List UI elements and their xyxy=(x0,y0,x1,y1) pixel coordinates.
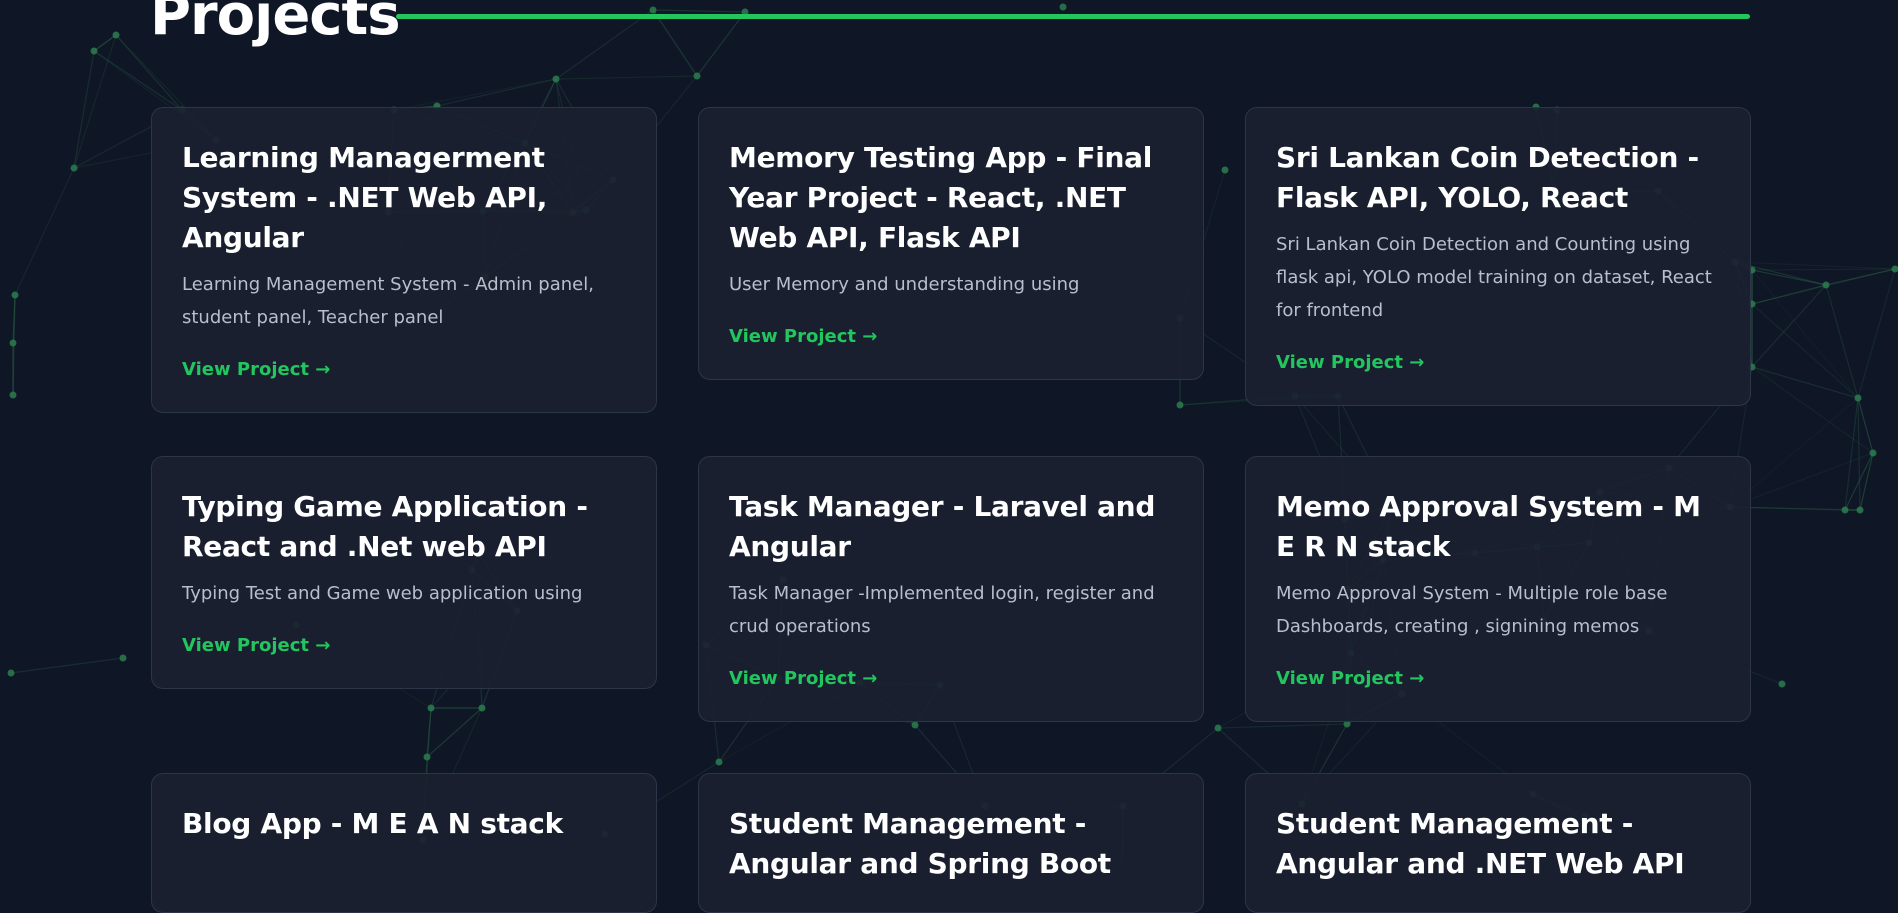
view-project-link[interactable]: View Project → xyxy=(182,634,626,658)
project-description: Task Manager -Implemented login, registe… xyxy=(729,577,1173,643)
network-node xyxy=(8,670,15,677)
network-link xyxy=(556,76,697,79)
network-node xyxy=(91,48,98,55)
network-node xyxy=(912,722,919,729)
network-link xyxy=(15,168,74,295)
network-node xyxy=(1823,282,1830,289)
project-description: Memo Approval System - Multiple role bas… xyxy=(1276,577,1720,643)
network-node xyxy=(1842,507,1849,514)
network-link xyxy=(427,708,482,757)
network-node xyxy=(1870,450,1877,457)
network-node xyxy=(553,76,560,83)
project-card: Blog App - M E A N stack xyxy=(151,773,657,913)
network-node xyxy=(1779,681,1786,688)
title-accent-rule xyxy=(396,14,1750,19)
network-link xyxy=(74,35,116,168)
project-title: Blog App - M E A N stack xyxy=(182,804,626,844)
view-project-link[interactable]: View Project → xyxy=(1276,667,1720,691)
network-node xyxy=(113,32,120,39)
project-card: Typing Game Application - React and .Net… xyxy=(151,456,657,689)
network-link xyxy=(1752,304,1858,398)
project-card: Memory Testing App - Final Year Project … xyxy=(698,107,1204,380)
project-title: Memory Testing App - Final Year Project … xyxy=(729,138,1173,258)
project-card: Sri Lankan Coin Detection - Flask API, Y… xyxy=(1245,107,1751,406)
network-link xyxy=(1752,269,1895,270)
view-project-link[interactable]: View Project → xyxy=(729,667,1173,691)
network-link xyxy=(74,51,94,168)
network-node xyxy=(424,754,431,761)
view-project-link[interactable]: View Project → xyxy=(1276,351,1720,375)
project-title: Memo Approval System - M E R N stack xyxy=(1276,487,1720,567)
network-link xyxy=(11,658,123,673)
project-description: Sri Lankan Coin Detection and Counting u… xyxy=(1276,228,1720,327)
project-title: Typing Game Application - React and .Net… xyxy=(182,487,626,567)
network-link xyxy=(94,35,116,51)
project-title: Student Management - Angular and Spring … xyxy=(729,804,1173,884)
project-card: Learning Managerment System - .NET Web A… xyxy=(151,107,657,413)
network-node xyxy=(1855,395,1862,402)
network-node xyxy=(479,705,486,712)
network-link xyxy=(1752,367,1873,453)
network-node xyxy=(120,655,127,662)
project-title: Student Management - Angular and .NET We… xyxy=(1276,804,1720,884)
network-node xyxy=(12,292,19,299)
project-card: Task Manager - Laravel and Angular Task … xyxy=(698,456,1204,722)
network-link xyxy=(437,79,556,106)
network-link xyxy=(1858,269,1895,398)
network-node xyxy=(71,165,78,172)
project-card: Memo Approval System - M E R N stack Mem… xyxy=(1245,456,1751,722)
network-link xyxy=(1858,398,1873,453)
network-node xyxy=(10,392,17,399)
network-link xyxy=(1730,453,1873,507)
section-title: Projects xyxy=(150,0,400,46)
network-link xyxy=(1826,285,1858,398)
network-link xyxy=(1845,398,1858,510)
network-link xyxy=(1858,398,1860,510)
network-link xyxy=(1752,285,1826,367)
network-node xyxy=(1857,507,1864,514)
network-node xyxy=(694,73,701,80)
projects-section-header: Projects xyxy=(150,0,1750,46)
project-description: Typing Test and Game web application usi… xyxy=(182,577,626,610)
project-title: Task Manager - Laravel and Angular xyxy=(729,487,1173,567)
network-link xyxy=(1860,453,1873,510)
project-title: Learning Managerment System - .NET Web A… xyxy=(182,138,626,258)
network-node xyxy=(1892,266,1898,273)
project-card: Student Management - Angular and Spring … xyxy=(698,773,1204,913)
network-node xyxy=(1177,402,1184,409)
project-description: User Memory and understanding using xyxy=(729,268,1173,301)
network-node xyxy=(716,759,723,766)
view-project-link[interactable]: View Project → xyxy=(182,358,626,382)
network-node xyxy=(428,705,435,712)
project-title: Sri Lankan Coin Detection - Flask API, Y… xyxy=(1276,138,1720,218)
view-project-link[interactable]: View Project → xyxy=(729,325,1173,349)
network-link xyxy=(1752,367,1858,398)
network-node xyxy=(1222,167,1229,174)
network-link xyxy=(394,79,556,110)
project-card: Student Management - Angular and .NET We… xyxy=(1245,773,1751,913)
project-description: Learning Management System - Admin panel… xyxy=(182,268,626,334)
network-node xyxy=(10,340,17,347)
network-node xyxy=(1215,725,1222,732)
